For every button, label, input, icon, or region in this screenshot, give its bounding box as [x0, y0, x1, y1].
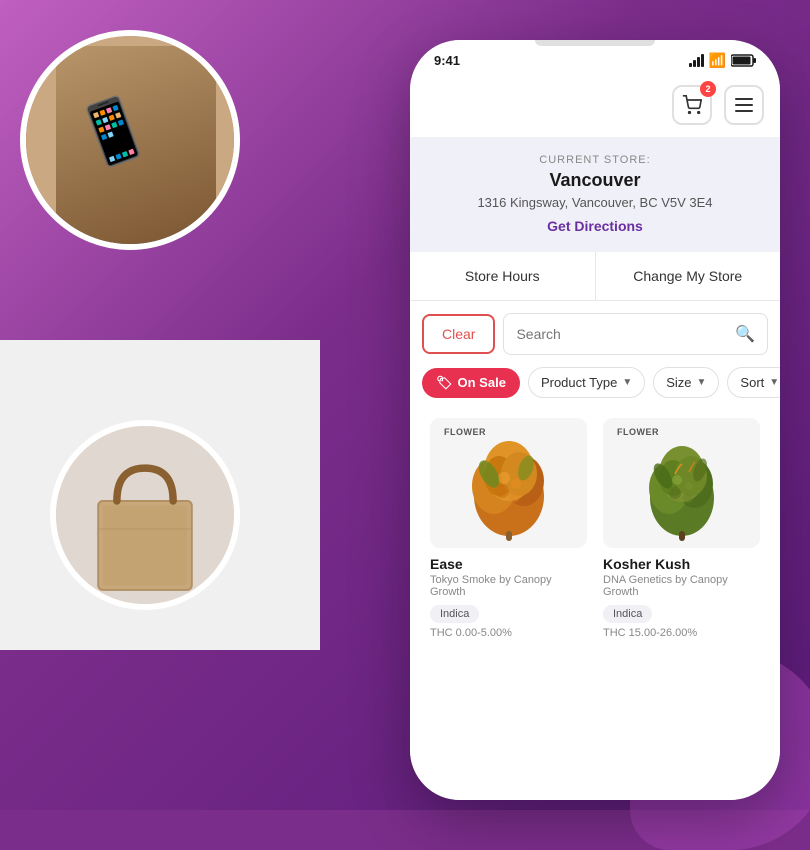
store-info-section: CURRENT STORE: Vancouver 1316 Kingsway, …: [410, 138, 780, 252]
signal-icon: [689, 54, 704, 67]
bag-photo: [50, 420, 240, 610]
product-badge: FLOWER: [436, 424, 494, 440]
product-image: FLOWER: [603, 418, 760, 548]
product-card[interactable]: FLOWER: [595, 410, 768, 647]
product-type-filter[interactable]: Product Type ▼: [528, 367, 645, 398]
cart-button[interactable]: 2: [672, 85, 712, 125]
wifi-icon: 📶: [709, 52, 726, 69]
search-input[interactable]: [516, 326, 735, 342]
store-hours-button[interactable]: Store Hours: [410, 252, 596, 300]
sort-filter[interactable]: Sort ▼: [727, 367, 780, 398]
current-store-label: CURRENT STORE:: [426, 154, 764, 166]
search-icon: 🔍: [735, 324, 755, 344]
store-address: 1316 Kingsway, Vancouver, BC V5V 3E4: [426, 195, 764, 210]
search-bar: Clear 🔍: [410, 301, 780, 363]
sale-tag-icon: 🏷: [436, 375, 453, 391]
cart-badge: 2: [700, 81, 716, 97]
get-directions-link[interactable]: Get Directions: [547, 218, 643, 234]
chevron-down-icon: ▼: [622, 377, 632, 388]
size-filter[interactable]: Size ▼: [653, 367, 719, 398]
store-name: Vancouver: [426, 170, 764, 191]
battery-icon: [731, 54, 756, 67]
product-card[interactable]: FLOWER: [422, 410, 595, 647]
product-name: Kosher Kush: [603, 556, 760, 572]
menu-icon: [735, 104, 753, 106]
product-name: Ease: [430, 556, 587, 572]
sort-label: Sort: [740, 375, 764, 390]
filter-row: 🏷 On Sale Product Type ▼ Size ▼ Sort ▼: [410, 363, 780, 410]
clear-button[interactable]: Clear: [422, 314, 495, 354]
time-display: 9:41: [434, 53, 460, 68]
chevron-down-icon: ▼: [697, 377, 707, 388]
product-thc: THC 15.00-26.00%: [603, 627, 760, 639]
menu-button[interactable]: [724, 85, 764, 125]
product-type-label: Product Type: [541, 375, 617, 390]
chevron-down-icon: ▼: [769, 377, 779, 388]
product-thc: THC 0.00-5.00%: [430, 627, 587, 639]
products-grid: FLOWER: [410, 410, 780, 647]
menu-icon: [735, 98, 753, 100]
change-store-button[interactable]: Change My Store: [596, 252, 781, 300]
person-photo: [20, 30, 240, 250]
size-label: Size: [666, 375, 691, 390]
phone-header: 2: [410, 77, 780, 138]
product-brand: DNA Genetics by Canopy Growth: [603, 574, 760, 598]
store-action-buttons: Store Hours Change My Store: [410, 252, 780, 301]
menu-icon: [735, 110, 753, 112]
search-input-wrap[interactable]: 🔍: [503, 313, 768, 355]
phone-device: 9:41 📶: [410, 40, 780, 800]
status-icons: 📶: [689, 52, 756, 69]
product-image: FLOWER: [430, 418, 587, 548]
product-type-badge: Indica: [430, 605, 479, 623]
product-brand: Tokyo Smoke by Canopy Growth: [430, 574, 587, 598]
product-badge: FLOWER: [609, 424, 667, 440]
on-sale-label: On Sale: [458, 375, 506, 390]
on-sale-filter[interactable]: 🏷 On Sale: [422, 368, 520, 398]
cart-icon: [682, 95, 702, 115]
product-type-badge: Indica: [603, 605, 652, 623]
